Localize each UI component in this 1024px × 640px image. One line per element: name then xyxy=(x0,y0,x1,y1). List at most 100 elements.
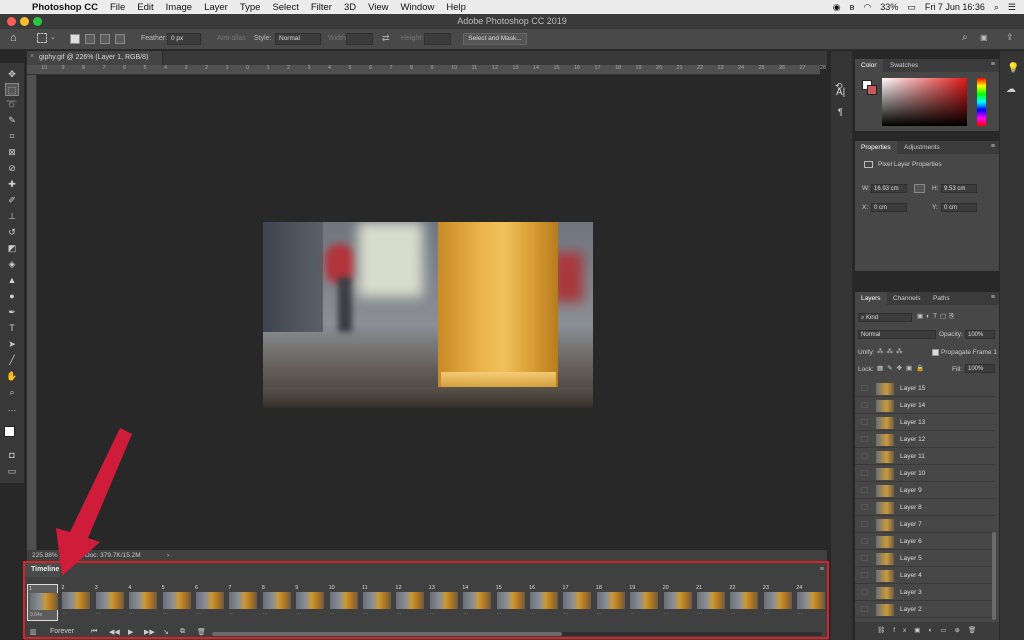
panel-menu-icon[interactable]: ≡ xyxy=(820,566,824,573)
layer-name[interactable]: Layer 13 xyxy=(900,419,925,426)
horizontal-ruler[interactable]: 10 9 8 7 6 5 4 3 2 1 0 1 2 3 4 5 6 7 8 9 10 11 12 13 14 15 16 17 18 1… xyxy=(27,65,826,75)
visibility-toggle[interactable] xyxy=(861,606,868,612)
frame-delay-icon[interactable]: ⋯ xyxy=(229,611,234,617)
tab-adjustments[interactable]: Adjustments xyxy=(898,141,946,154)
timeline-frame[interactable]: 20 ⋯ xyxy=(662,584,693,621)
timeline-frame[interactable]: 19 ⋯ xyxy=(628,584,659,621)
menu-edit[interactable]: Edit xyxy=(137,2,153,13)
battery-icon[interactable]: ▭ xyxy=(907,2,916,13)
timeline-frame[interactable]: 11 ⋯ xyxy=(361,584,392,621)
y-input[interactable]: 0 cm xyxy=(941,203,977,212)
timeline-frame[interactable]: 13 ⋯ xyxy=(428,584,459,621)
menu-app-name[interactable]: Photoshop CC xyxy=(32,2,98,13)
timeline-frame[interactable]: 17 ⋯ xyxy=(561,584,592,621)
tab-layers[interactable]: Layers xyxy=(855,292,887,305)
fill-input[interactable]: 100% xyxy=(965,364,995,373)
search-icon[interactable]: ⌕ xyxy=(994,2,999,13)
layer-name[interactable]: Layer 3 xyxy=(900,589,922,596)
layer-row[interactable]: Layer 14 xyxy=(855,397,995,414)
opacity-input[interactable]: 100% xyxy=(965,330,995,339)
visibility-toggle[interactable] xyxy=(861,555,868,561)
vertical-ruler[interactable] xyxy=(27,75,37,550)
frame-delay-icon[interactable]: ⋯ xyxy=(96,611,101,617)
propagate-frame-checkbox[interactable] xyxy=(932,349,939,356)
menu-3d[interactable]: 3D xyxy=(344,2,356,13)
zoom-tool-icon[interactable]: ⌕ xyxy=(5,386,19,399)
frame-delay-icon[interactable]: ⋯ xyxy=(563,611,568,617)
timeline-frame[interactable]: 9 ⋯ xyxy=(294,584,325,621)
eraser-tool-icon[interactable]: ◩ xyxy=(5,242,19,255)
quick-selection-tool-icon[interactable]: ✎ xyxy=(5,114,19,127)
timeline-frame[interactable]: 4 ⋯ xyxy=(127,584,158,621)
status-chevron-icon[interactable]: › xyxy=(167,550,169,561)
width-input[interactable]: 16.93 cm xyxy=(871,184,907,193)
menu-filter[interactable]: Filter xyxy=(311,2,332,13)
visibility-toggle[interactable] xyxy=(861,402,868,408)
frame-delay-icon[interactable]: ⋯ xyxy=(196,611,201,617)
timeline-frame[interactable]: 15 ⋯ xyxy=(495,584,526,621)
close-window-button[interactable] xyxy=(7,17,16,26)
frame-delay-icon[interactable]: ⋯ xyxy=(630,611,635,617)
intersect-selection-button[interactable] xyxy=(115,34,125,44)
anti-alias-checkbox[interactable]: Anti-alias xyxy=(217,35,246,42)
zoom-window-button[interactable] xyxy=(33,17,42,26)
clone-stamp-tool-icon[interactable]: ⊥ xyxy=(5,210,19,223)
tab-properties[interactable]: Properties xyxy=(855,141,897,154)
layer-name[interactable]: Layer 5 xyxy=(900,555,922,562)
frame-delay-icon[interactable]: ⋯ xyxy=(664,611,669,617)
libraries-panel-icon[interactable]: ☁ xyxy=(1006,84,1016,95)
height-input[interactable] xyxy=(424,33,451,45)
layer-name[interactable]: Layer 10 xyxy=(900,470,925,477)
layer-name[interactable]: Layer 7 xyxy=(900,521,922,528)
layer-row[interactable]: Layer 4 xyxy=(855,567,995,584)
timeline-frame[interactable]: 23 ⋯ xyxy=(762,584,793,621)
history-brush-tool-icon[interactable]: ↺ xyxy=(5,226,19,239)
visibility-toggle[interactable] xyxy=(861,572,868,578)
frame-delay-icon[interactable]: ⋯ xyxy=(62,611,67,617)
wifi-icon[interactable]: ◠ xyxy=(863,2,871,13)
frame-delay-icon[interactable]: ⋯ xyxy=(797,611,802,617)
pen-tool-icon[interactable]: ✒ xyxy=(5,306,19,319)
timeline-frame[interactable]: 8 ⋯ xyxy=(261,584,292,621)
frame-tool-icon[interactable]: ⊠ xyxy=(5,146,19,159)
next-frame-icon[interactable]: ▶▶ xyxy=(144,628,155,636)
timeline-frame[interactable]: 16 ⋯ xyxy=(528,584,559,621)
frame-delay[interactable]: 0.04s xyxy=(30,612,42,618)
timeline-frame[interactable]: 22 ⋯ xyxy=(728,584,759,621)
list-icon[interactable]: ☰ xyxy=(1008,2,1016,13)
timeline-frame[interactable]: 12 ⋯ xyxy=(394,584,425,621)
menu-window[interactable]: Window xyxy=(401,2,435,13)
layer-row[interactable]: Layer 3 xyxy=(855,584,995,601)
crop-tool-icon[interactable]: ⌗ xyxy=(5,130,19,143)
layer-name[interactable]: Layer 12 xyxy=(900,436,925,443)
tab-paths[interactable]: Paths xyxy=(927,292,956,305)
timeline-frame[interactable]: 21 ⋯ xyxy=(695,584,726,621)
clock[interactable]: Fri 7 Jun 16:36 xyxy=(925,2,985,12)
visibility-toggle[interactable] xyxy=(861,521,868,527)
timeline-frame[interactable]: 1 0.04s xyxy=(27,584,58,621)
layers-scrollbar[interactable] xyxy=(992,532,996,620)
feather-input[interactable]: 0 px xyxy=(167,33,201,45)
layers-list[interactable]: Layer 15 Layer 14 Layer 13 Layer 12 Layer 11… xyxy=(855,380,995,620)
marquee-tool-icon[interactable] xyxy=(37,33,47,43)
frame-delay-icon[interactable]: ⋯ xyxy=(263,611,268,617)
home-icon[interactable]: ⌂ xyxy=(10,32,17,44)
x-input[interactable]: 0 cm xyxy=(871,203,907,212)
marquee-tool-icon[interactable]: ⬚ xyxy=(5,83,19,96)
visibility-toggle[interactable] xyxy=(861,589,868,595)
first-frame-icon[interactable]: ⏮ xyxy=(91,628,97,636)
layer-name[interactable]: Layer 6 xyxy=(900,538,922,545)
close-tab-icon[interactable]: × xyxy=(30,53,34,60)
loop-select[interactable]: Forever xyxy=(50,628,74,635)
timeline-scrollbar[interactable] xyxy=(212,632,822,636)
lasso-tool-icon[interactable]: ➰ xyxy=(5,98,19,111)
blur-tool-icon[interactable]: ▲ xyxy=(5,274,19,287)
layer-row[interactable]: Layer 10 xyxy=(855,465,995,482)
timeline-frame[interactable]: 3 ⋯ xyxy=(94,584,125,621)
frame-delay-icon[interactable]: ⋯ xyxy=(363,611,368,617)
previous-frame-icon[interactable]: ◀◀ xyxy=(109,628,120,636)
style-select[interactable]: Normal xyxy=(275,33,321,45)
paragraph-panel-icon[interactable]: ¶ xyxy=(838,107,843,117)
play-icon[interactable]: ▶ xyxy=(128,628,133,636)
layer-row[interactable]: Layer 5 xyxy=(855,550,995,567)
